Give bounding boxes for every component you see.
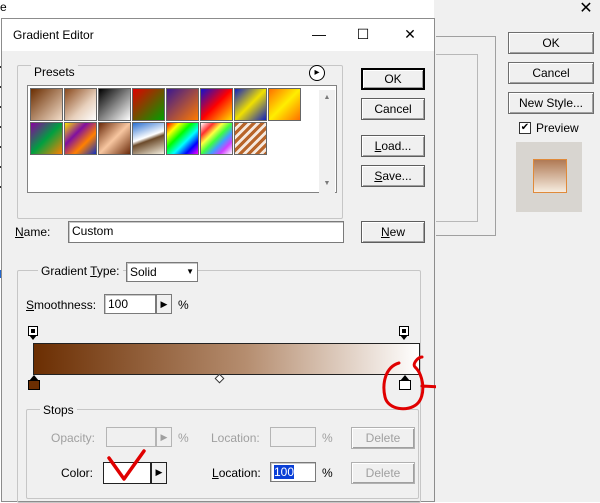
layer-style-close-icon[interactable]: ✕	[572, 0, 600, 20]
style-preview-swatch	[533, 159, 567, 193]
annotation-layer	[107, 355, 436, 481]
new-style-button[interactable]: New Style...	[508, 92, 594, 114]
preview-checkbox[interactable]: ✔	[519, 122, 531, 134]
annotation-checkmark	[107, 449, 146, 481]
layer-style-inner-frame	[436, 54, 478, 222]
layer-style-cancel-button[interactable]: Cancel	[508, 62, 594, 84]
preview-label: Preview	[536, 121, 579, 135]
layer-style-ok-button[interactable]: OK	[508, 32, 594, 54]
gradient-editor-window: Gradient Editor — ☐ ✕ Presets ▸ ▲ ▼ OK C…	[1, 18, 436, 503]
background-window-text: e	[0, 0, 7, 14]
annotation-circle-mark	[382, 355, 436, 411]
